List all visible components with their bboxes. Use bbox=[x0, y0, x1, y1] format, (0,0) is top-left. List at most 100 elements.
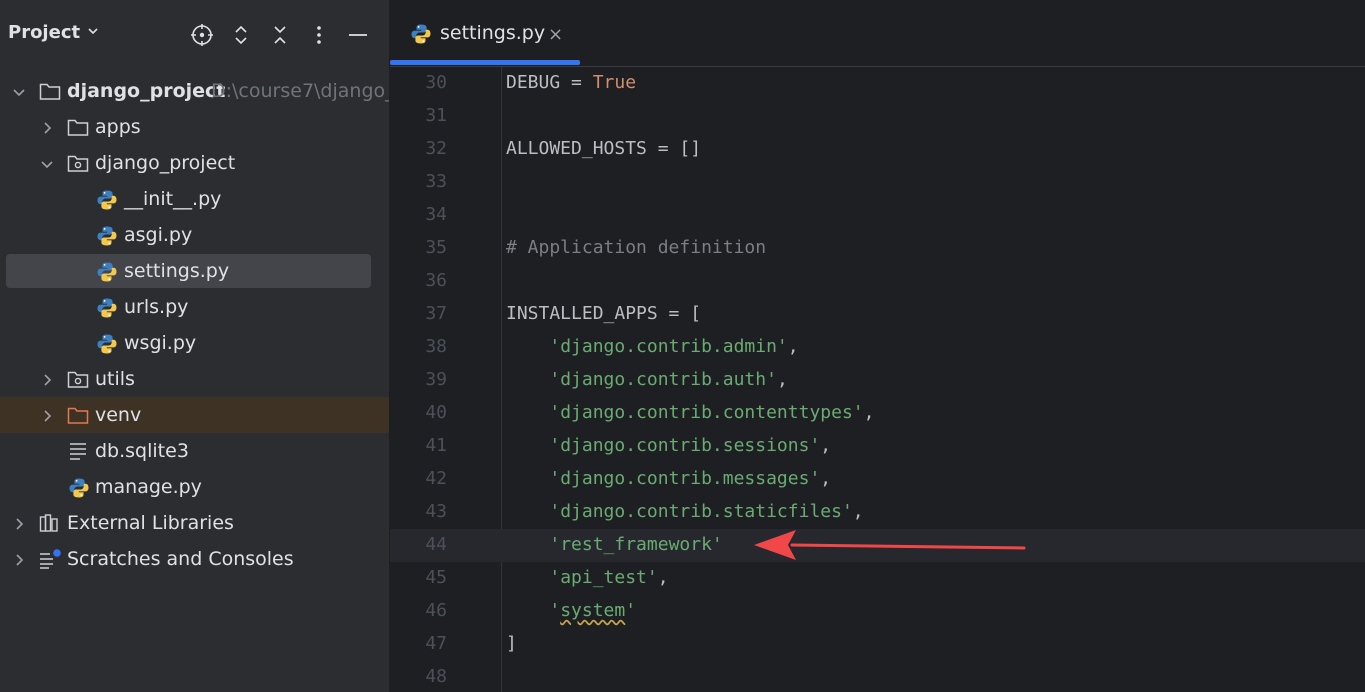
tree-item-scratches-consoles[interactable]: Scratches and Consoles bbox=[0, 541, 389, 577]
tree-item-init-py[interactable]: __init__.py bbox=[0, 181, 389, 217]
code-token: 'django.contrib.staticfiles' bbox=[549, 501, 853, 522]
python-file-icon bbox=[96, 189, 118, 210]
chevron-right-icon[interactable] bbox=[40, 372, 54, 386]
code-line[interactable]: 38 'django.contrib.admin', bbox=[390, 331, 1365, 364]
close-icon[interactable]: × bbox=[548, 24, 563, 45]
project-panel: Project django_project D:\course7\django… bbox=[0, 0, 390, 692]
code-line[interactable]: 45 'api_test', bbox=[390, 562, 1365, 595]
expand-icon[interactable] bbox=[228, 22, 254, 48]
line-number: 48 bbox=[425, 666, 447, 687]
line-number: 42 bbox=[425, 468, 447, 489]
tree-item-wsgi-py[interactable]: wsgi.py bbox=[0, 325, 389, 361]
chevron-right-icon[interactable] bbox=[12, 552, 26, 566]
tree-item-urls-py[interactable]: urls.py bbox=[0, 289, 389, 325]
tree-item-utils[interactable]: utils bbox=[0, 361, 389, 397]
code-line[interactable]: 36 bbox=[390, 265, 1365, 298]
line-number: 40 bbox=[425, 402, 447, 423]
code-line[interactable]: 37 INSTALLED_APPS = [ bbox=[390, 298, 1365, 331]
code-line[interactable]: 39 'django.contrib.auth', bbox=[390, 364, 1365, 397]
line-number: 38 bbox=[425, 336, 447, 357]
more-icon[interactable] bbox=[306, 22, 332, 48]
editor-pane: settings.py × 30 DEBUG = True 31 32 ALLOWED_… bbox=[390, 0, 1365, 692]
project-path: D:\course7\django_p bbox=[211, 80, 390, 102]
code-token: 'django.contrib.messages' bbox=[549, 468, 821, 489]
tree-item-label: urls.py bbox=[124, 296, 189, 318]
line-number: 47 bbox=[425, 633, 447, 654]
project-view-dropdown[interactable]: Project bbox=[8, 22, 100, 43]
line-number: 37 bbox=[425, 303, 447, 324]
chevron-right-icon[interactable] bbox=[40, 408, 54, 422]
tree-item-label: asgi.py bbox=[124, 224, 193, 246]
code-line[interactable]: 42 'django.contrib.messages', bbox=[390, 463, 1365, 496]
code-line[interactable]: 40 'django.contrib.contenttypes', bbox=[390, 397, 1365, 430]
tree-item-db-sqlite3[interactable]: db.sqlite3 bbox=[0, 433, 389, 469]
tree-item-settings-py[interactable]: settings.py bbox=[0, 253, 389, 289]
tree-item-venv[interactable]: venv bbox=[0, 397, 389, 433]
line-number: 35 bbox=[425, 237, 447, 258]
tree-item-manage-py[interactable]: manage.py bbox=[0, 469, 389, 505]
code-line[interactable]: 35 # Application definition bbox=[390, 232, 1365, 265]
line-number: 31 bbox=[425, 105, 447, 126]
code-text: 'rest_framework' bbox=[506, 534, 722, 555]
code-text: DEBUG = True bbox=[506, 72, 636, 93]
tree-item-label: apps bbox=[95, 116, 141, 138]
code-line[interactable]: 47] bbox=[390, 628, 1365, 661]
collapse-icon[interactable] bbox=[267, 22, 293, 48]
python-file-icon bbox=[410, 23, 432, 45]
code-line[interactable]: 33 bbox=[390, 166, 1365, 199]
code-token: system bbox=[560, 600, 626, 621]
tree-item-label: Scratches and Consoles bbox=[67, 548, 294, 570]
code-token: 'api_test' bbox=[549, 567, 658, 588]
package-folder-icon bbox=[67, 153, 89, 173]
code-token: , bbox=[863, 402, 875, 423]
code-line[interactable]: 46 'system' bbox=[390, 595, 1365, 628]
text-file-icon bbox=[68, 441, 90, 461]
code-line[interactable]: 48 bbox=[390, 661, 1365, 692]
tree-item-asgi-py[interactable]: asgi.py bbox=[0, 217, 389, 253]
code-line[interactable]: 31 bbox=[390, 100, 1365, 133]
code-text: # Application definition bbox=[506, 237, 766, 258]
excluded-folder-icon bbox=[67, 405, 89, 425]
code-token: , bbox=[820, 435, 832, 456]
code-token: 'django.contrib.admin' bbox=[549, 336, 788, 357]
python-file-icon bbox=[96, 333, 118, 354]
code-text: ] bbox=[506, 633, 517, 654]
package-folder-icon bbox=[67, 369, 89, 389]
chevron-right-icon[interactable] bbox=[12, 516, 26, 530]
code-text: 'api_test', bbox=[506, 567, 668, 588]
line-number: 30 bbox=[425, 72, 447, 93]
tree-item-django-project-root[interactable]: django_project D:\course7\django_p bbox=[0, 73, 389, 109]
tree-item-apps[interactable]: apps bbox=[0, 109, 389, 145]
minimize-icon[interactable] bbox=[345, 22, 371, 48]
code-token: # Application definition bbox=[506, 237, 767, 258]
line-number: 43 bbox=[425, 501, 447, 522]
chevron-right-icon[interactable] bbox=[40, 120, 54, 134]
crosshair-icon[interactable] bbox=[189, 22, 215, 48]
tree-item-django-project-package[interactable]: django_project bbox=[0, 145, 389, 181]
code-line[interactable]: 43 'django.contrib.staticfiles', bbox=[390, 496, 1365, 529]
line-number: 33 bbox=[425, 171, 447, 192]
python-file-icon bbox=[68, 477, 90, 498]
tab-settings-py[interactable]: settings.py × bbox=[390, 0, 580, 66]
code-line[interactable]: 32 ALLOWED_HOSTS = [] bbox=[390, 133, 1365, 166]
tree-item-external-libraries[interactable]: External Libraries bbox=[0, 505, 389, 541]
chevron-down-icon[interactable] bbox=[12, 84, 26, 98]
code-token: 'django.contrib.sessions' bbox=[549, 435, 821, 456]
code-token: , bbox=[852, 501, 864, 522]
code-text: 'django.contrib.messages', bbox=[506, 468, 831, 489]
code-line[interactable]: 30 DEBUG = True bbox=[390, 67, 1365, 100]
chevron-down-icon[interactable] bbox=[40, 156, 54, 170]
code-token: INSTALLED_APPS = [ bbox=[506, 303, 702, 324]
tree-item-label: __init__.py bbox=[124, 188, 222, 210]
code-line[interactable]: 41 'django.contrib.sessions', bbox=[390, 430, 1365, 463]
folder-icon bbox=[39, 81, 61, 101]
editor-tab-bar: settings.py × bbox=[390, 0, 1365, 67]
code-line[interactable]: 34 bbox=[390, 199, 1365, 232]
code-editor[interactable]: 30 DEBUG = True 31 32 ALLOWED_HOSTS = [] 33 34… bbox=[390, 67, 1365, 692]
